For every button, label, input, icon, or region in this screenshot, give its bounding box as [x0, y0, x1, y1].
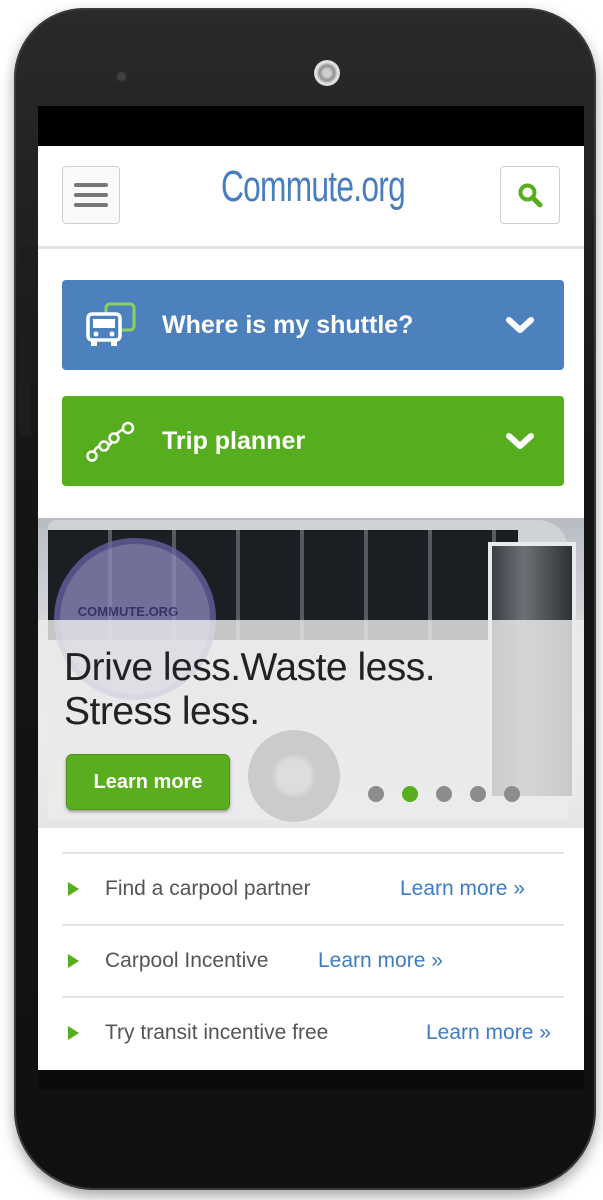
- hamburger-icon-line: [74, 203, 108, 207]
- hero-carousel[interactable]: COMMUTE.ORG Drive less.Waste less. Stres…: [38, 518, 584, 828]
- carousel-dot-2[interactable]: [402, 786, 418, 802]
- site-logo[interactable]: Commute.org: [209, 162, 418, 212]
- search-icon: [518, 183, 543, 208]
- where-is-my-shuttle-button[interactable]: Where is my shuttle?: [62, 280, 564, 370]
- logo-suffix: .org: [353, 162, 405, 211]
- trip-bar-label: Trip planner: [162, 426, 306, 455]
- chevron-down-icon: [506, 433, 534, 449]
- carousel-dot-3[interactable]: [436, 786, 452, 802]
- link-text: Find a carpool partner: [105, 877, 311, 900]
- shuttle-bar-label: Where is my shuttle?: [162, 310, 414, 339]
- carousel-dot-5[interactable]: [504, 786, 520, 802]
- site-header: Commute.org: [38, 146, 584, 249]
- seal-text: COMMUTE.ORG: [78, 604, 178, 619]
- chevron-down-icon: [506, 317, 534, 333]
- hamburger-icon: [74, 183, 108, 187]
- phone-side-button: [19, 246, 31, 436]
- trip-planner-button[interactable]: Trip planner: [62, 396, 564, 486]
- carousel-dot-4[interactable]: [470, 786, 486, 802]
- list-item-transit-incentive: Try transit incentive free Learn more »: [62, 996, 564, 1068]
- logo-main: Commute: [220, 162, 354, 211]
- phone-speaker: [314, 60, 340, 86]
- shuttle-bus-icon: [86, 302, 136, 346]
- quick-links-list: Find a carpool partner Learn more » Carp…: [62, 852, 564, 1068]
- learn-more-link[interactable]: Learn more »: [318, 949, 443, 973]
- play-arrow-icon: [68, 954, 79, 968]
- hero-headline: Drive less.Waste less. Stress less.: [64, 646, 544, 734]
- app-screen: Commute.org Where is my shuttle? Trip pl…: [38, 146, 584, 1070]
- list-item-carpool-incentive: Carpool Incentive Learn more »: [62, 924, 564, 996]
- learn-more-link[interactable]: Learn more »: [400, 877, 525, 901]
- front-camera: [117, 72, 126, 81]
- status-bar: [38, 106, 584, 146]
- hero-headline-line1: Drive less.Waste less.: [64, 646, 436, 689]
- hamburger-icon-line: [74, 193, 108, 197]
- menu-button[interactable]: [62, 166, 120, 224]
- phone-bottom-bezel: [38, 1070, 584, 1090]
- route-dots-icon: [86, 421, 135, 462]
- link-text: Try transit incentive free: [105, 1021, 329, 1044]
- hero-learn-more-button[interactable]: Learn more: [66, 754, 230, 810]
- carousel-dot-1[interactable]: [368, 786, 384, 802]
- play-arrow-icon: [68, 882, 79, 896]
- list-item-carpool-partner: Find a carpool partner Learn more »: [62, 852, 564, 924]
- play-arrow-icon: [68, 1026, 79, 1040]
- hero-headline-line2: Stress less.: [64, 690, 260, 733]
- carousel-dots: [368, 786, 520, 802]
- link-text: Carpool Incentive: [105, 949, 269, 972]
- learn-more-link[interactable]: Learn more »: [426, 1021, 551, 1045]
- search-button[interactable]: [500, 166, 560, 224]
